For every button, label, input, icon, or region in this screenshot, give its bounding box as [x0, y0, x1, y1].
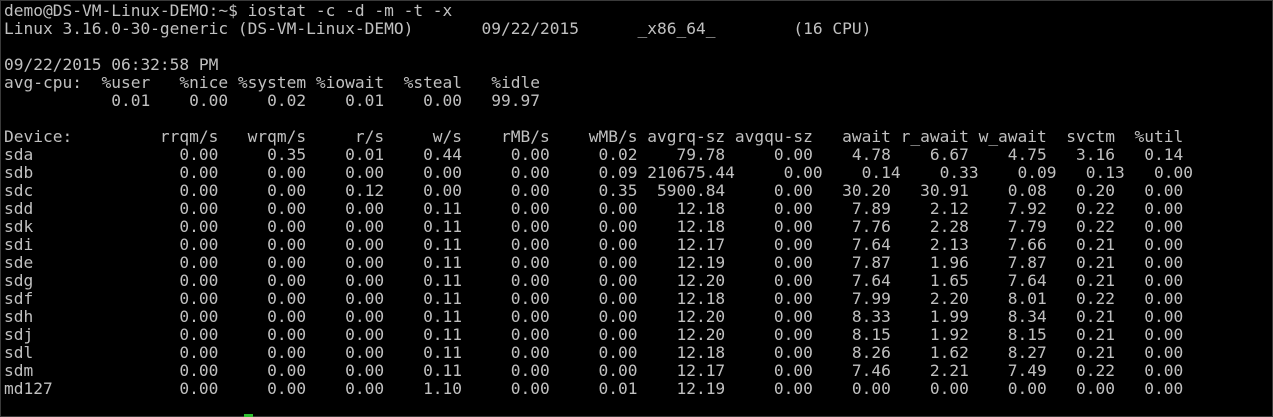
device-row: md127 0.00 0.00 0.00 1.10 0.00 0.01 12.1…: [4, 379, 1184, 398]
terminal-window[interactable]: demo@DS-VM-Linux-DEMO:~$ iostat -c -d -m…: [0, 0, 1273, 417]
device-row: sdj 0.00 0.00 0.00 0.11 0.00 0.00 12.20 …: [4, 325, 1184, 344]
device-row: sdh 0.00 0.00 0.00 0.11 0.00 0.00 12.20 …: [4, 307, 1184, 326]
device-row: sdb 0.00 0.00 0.00 0.00 0.00 0.09 210675…: [4, 163, 1193, 182]
device-row: sdi 0.00 0.00 0.00 0.11 0.00 0.00 12.17 …: [4, 235, 1184, 254]
device-row: sdg 0.00 0.00 0.00 0.11 0.00 0.00 12.20 …: [4, 271, 1184, 290]
terminal-prompt-line: demo@DS-VM-Linux-DEMO:~$ iostat -c -d -m…: [4, 1, 453, 20]
device-row: sda 0.00 0.35 0.01 0.44 0.00 0.02 79.78 …: [4, 145, 1184, 164]
cpu-header-line: avg-cpu: %user %nice %system %iowait %st…: [4, 73, 541, 92]
terminal-output[interactable]: demo@DS-VM-Linux-DEMO:~$ iostat -c -d -m…: [4, 2, 1193, 398]
device-row: sde 0.00 0.00 0.00 0.11 0.00 0.00 12.19 …: [4, 253, 1184, 272]
device-row: sdm 0.00 0.00 0.00 0.11 0.00 0.00 12.17 …: [4, 361, 1184, 380]
device-row: sdl 0.00 0.00 0.00 0.11 0.00 0.00 12.18 …: [4, 343, 1184, 362]
device-row: sdd 0.00 0.00 0.00 0.11 0.00 0.00 12.18 …: [4, 199, 1184, 218]
device-row: sdk 0.00 0.00 0.00 0.11 0.00 0.00 12.18 …: [4, 217, 1184, 236]
system-info-line: Linux 3.16.0-30-generic (DS-VM-Linux-DEM…: [4, 19, 872, 38]
device-row: sdf 0.00 0.00 0.00 0.11 0.00 0.00 12.18 …: [4, 289, 1184, 308]
device-header-line: Device: rrqm/s wrqm/s r/s w/s rMB/s wMB/…: [4, 127, 1184, 146]
cpu-values-line: 0.01 0.00 0.02 0.01 0.00 99.97: [4, 91, 541, 110]
device-row: sdc 0.00 0.00 0.12 0.00 0.00 0.35 5900.8…: [4, 181, 1184, 200]
timestamp-line: 09/22/2015 06:32:58 PM: [4, 55, 219, 74]
